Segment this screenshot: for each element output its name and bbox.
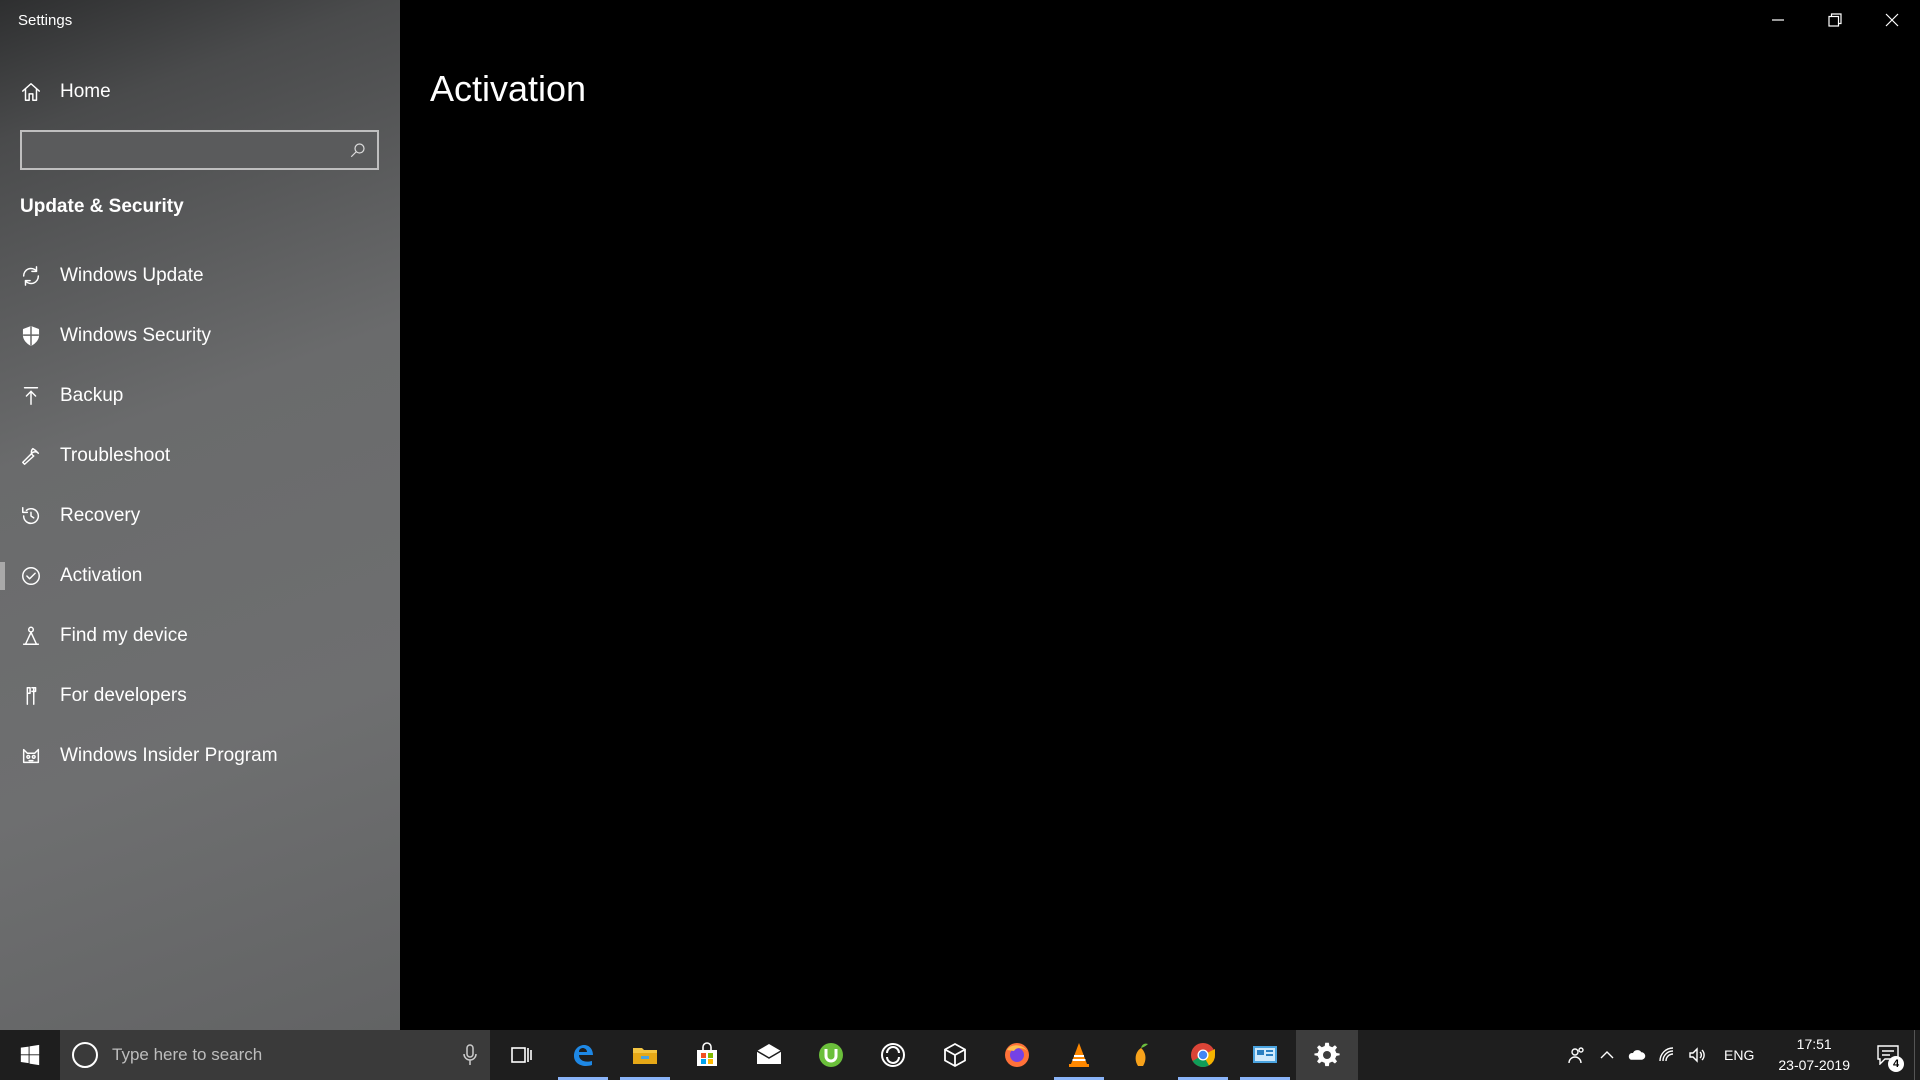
sidebar-nav: Windows Update Windows Security Backup T…: [0, 246, 400, 786]
sidebar-item-label: For developers: [60, 685, 187, 706]
taskbar-edge[interactable]: [552, 1030, 614, 1080]
sidebar-item-label: Windows Security: [60, 325, 211, 346]
sidebar-item-recovery[interactable]: Recovery: [0, 486, 400, 546]
task-view-button[interactable]: [490, 1030, 552, 1080]
settings-search: [20, 130, 379, 170]
sidebar-item-troubleshoot[interactable]: Troubleshoot: [0, 426, 400, 486]
settings-gear-icon: [1314, 1042, 1340, 1067]
sidebar-item-find-my-device[interactable]: Find my device: [0, 606, 400, 666]
check-circle-icon: [18, 563, 44, 589]
sidebar-item-windows-security[interactable]: Windows Security: [0, 306, 400, 366]
sidebar-item-label: Recovery: [60, 505, 141, 526]
show-hidden-icons[interactable]: [1592, 1030, 1622, 1080]
chrome-icon: [1191, 1043, 1215, 1068]
task-view-icon: [511, 1047, 532, 1063]
person-locate-icon: [18, 623, 44, 649]
volume-icon[interactable]: [1682, 1030, 1712, 1080]
action-center-button[interactable]: 4: [1862, 1030, 1914, 1080]
fl-studio-icon: [1135, 1043, 1148, 1066]
history-icon: [18, 503, 44, 529]
taskbar-apps: [490, 1030, 1358, 1080]
vlc-icon: [1069, 1043, 1089, 1067]
cortana-icon: [72, 1042, 98, 1068]
taskbar-firefox[interactable]: [986, 1030, 1048, 1080]
taskbar-mail[interactable]: [738, 1030, 800, 1080]
sidebar: Settings Home Update & Security Windows …: [0, 0, 400, 1030]
start-button[interactable]: [0, 1030, 60, 1080]
taskbar-store[interactable]: [676, 1030, 738, 1080]
close-icon: [1885, 13, 1898, 27]
taskbar-fl-studio[interactable]: [1110, 1030, 1172, 1080]
main-content: Activation: [400, 0, 1920, 1030]
sync-icon: [18, 263, 44, 289]
sidebar-item-label: Windows Insider Program: [60, 745, 278, 766]
sidebar-item-windows-insider[interactable]: Windows Insider Program: [0, 726, 400, 786]
control-panel-icon: [1253, 1046, 1277, 1063]
sidebar-home-label: Home: [60, 81, 111, 102]
show-desktop-button[interactable]: [1914, 1030, 1920, 1080]
wrench-icon: [18, 443, 44, 469]
store-icon: [697, 1042, 717, 1066]
sidebar-home[interactable]: Home: [0, 72, 400, 112]
sidebar-item-label: Troubleshoot: [60, 445, 171, 466]
microphone-icon[interactable]: [450, 1044, 490, 1066]
clock-time: 17:51: [1796, 1036, 1832, 1052]
taskbar-file-explorer[interactable]: [614, 1030, 676, 1080]
minimize-button[interactable]: [1749, 0, 1806, 40]
taskbar-3d-viewer[interactable]: [924, 1030, 986, 1080]
sidebar-item-for-developers[interactable]: For developers: [0, 666, 400, 726]
taskbar-control-panel[interactable]: [1234, 1030, 1296, 1080]
page-title: Activation: [430, 68, 587, 109]
utorrent-icon: [819, 1043, 843, 1067]
file-explorer-icon: [633, 1048, 657, 1064]
shield-icon: [18, 323, 44, 349]
system-tray: ENG 17:51 23-07-2019 4: [1562, 1030, 1920, 1080]
taskbar-chrome[interactable]: [1172, 1030, 1234, 1080]
clock[interactable]: 17:51 23-07-2019: [1766, 1034, 1862, 1076]
taskbar-search[interactable]: Type here to search: [60, 1030, 490, 1080]
sync-app-icon: [881, 1043, 905, 1067]
clock-date: 23-07-2019: [1778, 1057, 1850, 1073]
taskbar-sync-app[interactable]: [862, 1030, 924, 1080]
taskbar-settings[interactable]: [1296, 1030, 1358, 1080]
taskbar: Type here to search ENG 17:51 23-07-2019…: [0, 1030, 1920, 1080]
taskbar-vlc[interactable]: [1048, 1030, 1110, 1080]
app-title: Settings: [18, 12, 73, 29]
home-icon: [18, 79, 44, 105]
windows-logo-icon: [20, 1044, 40, 1066]
taskbar-search-placeholder: Type here to search: [112, 1045, 263, 1064]
sidebar-item-windows-update[interactable]: Windows Update: [0, 246, 400, 306]
restore-button[interactable]: [1806, 0, 1863, 40]
backup-arrow-icon: [18, 383, 44, 409]
3d-viewer-icon: [944, 1042, 966, 1068]
onedrive-icon[interactable]: [1622, 1030, 1652, 1080]
firefox-icon: [1005, 1043, 1029, 1067]
sidebar-item-label: Activation: [60, 565, 143, 586]
edge-icon: [574, 1045, 593, 1066]
sidebar-item-label: Backup: [60, 385, 124, 406]
settings-search-input[interactable]: [22, 132, 343, 168]
restore-icon: [1827, 13, 1842, 27]
minimize-icon: [1771, 19, 1784, 21]
window-controls: [1749, 0, 1920, 40]
sidebar-item-activation[interactable]: Activation: [0, 546, 400, 606]
notification-badge: 4: [1888, 1056, 1904, 1072]
section-title: Update & Security: [20, 196, 184, 217]
sidebar-item-label: Windows Update: [60, 265, 204, 286]
insider-cat-icon: [18, 743, 44, 769]
close-button[interactable]: [1863, 0, 1920, 40]
language-indicator[interactable]: ENG: [1712, 1047, 1766, 1063]
search-icon[interactable]: [343, 135, 373, 165]
mail-icon: [756, 1044, 782, 1064]
sidebar-item-backup[interactable]: Backup: [0, 366, 400, 426]
taskbar-utorrent[interactable]: [800, 1030, 862, 1080]
sidebar-item-label: Find my device: [60, 625, 188, 646]
wifi-icon[interactable]: [1652, 1030, 1682, 1080]
people-icon[interactable]: [1562, 1030, 1592, 1080]
developer-tools-icon: [18, 683, 44, 709]
